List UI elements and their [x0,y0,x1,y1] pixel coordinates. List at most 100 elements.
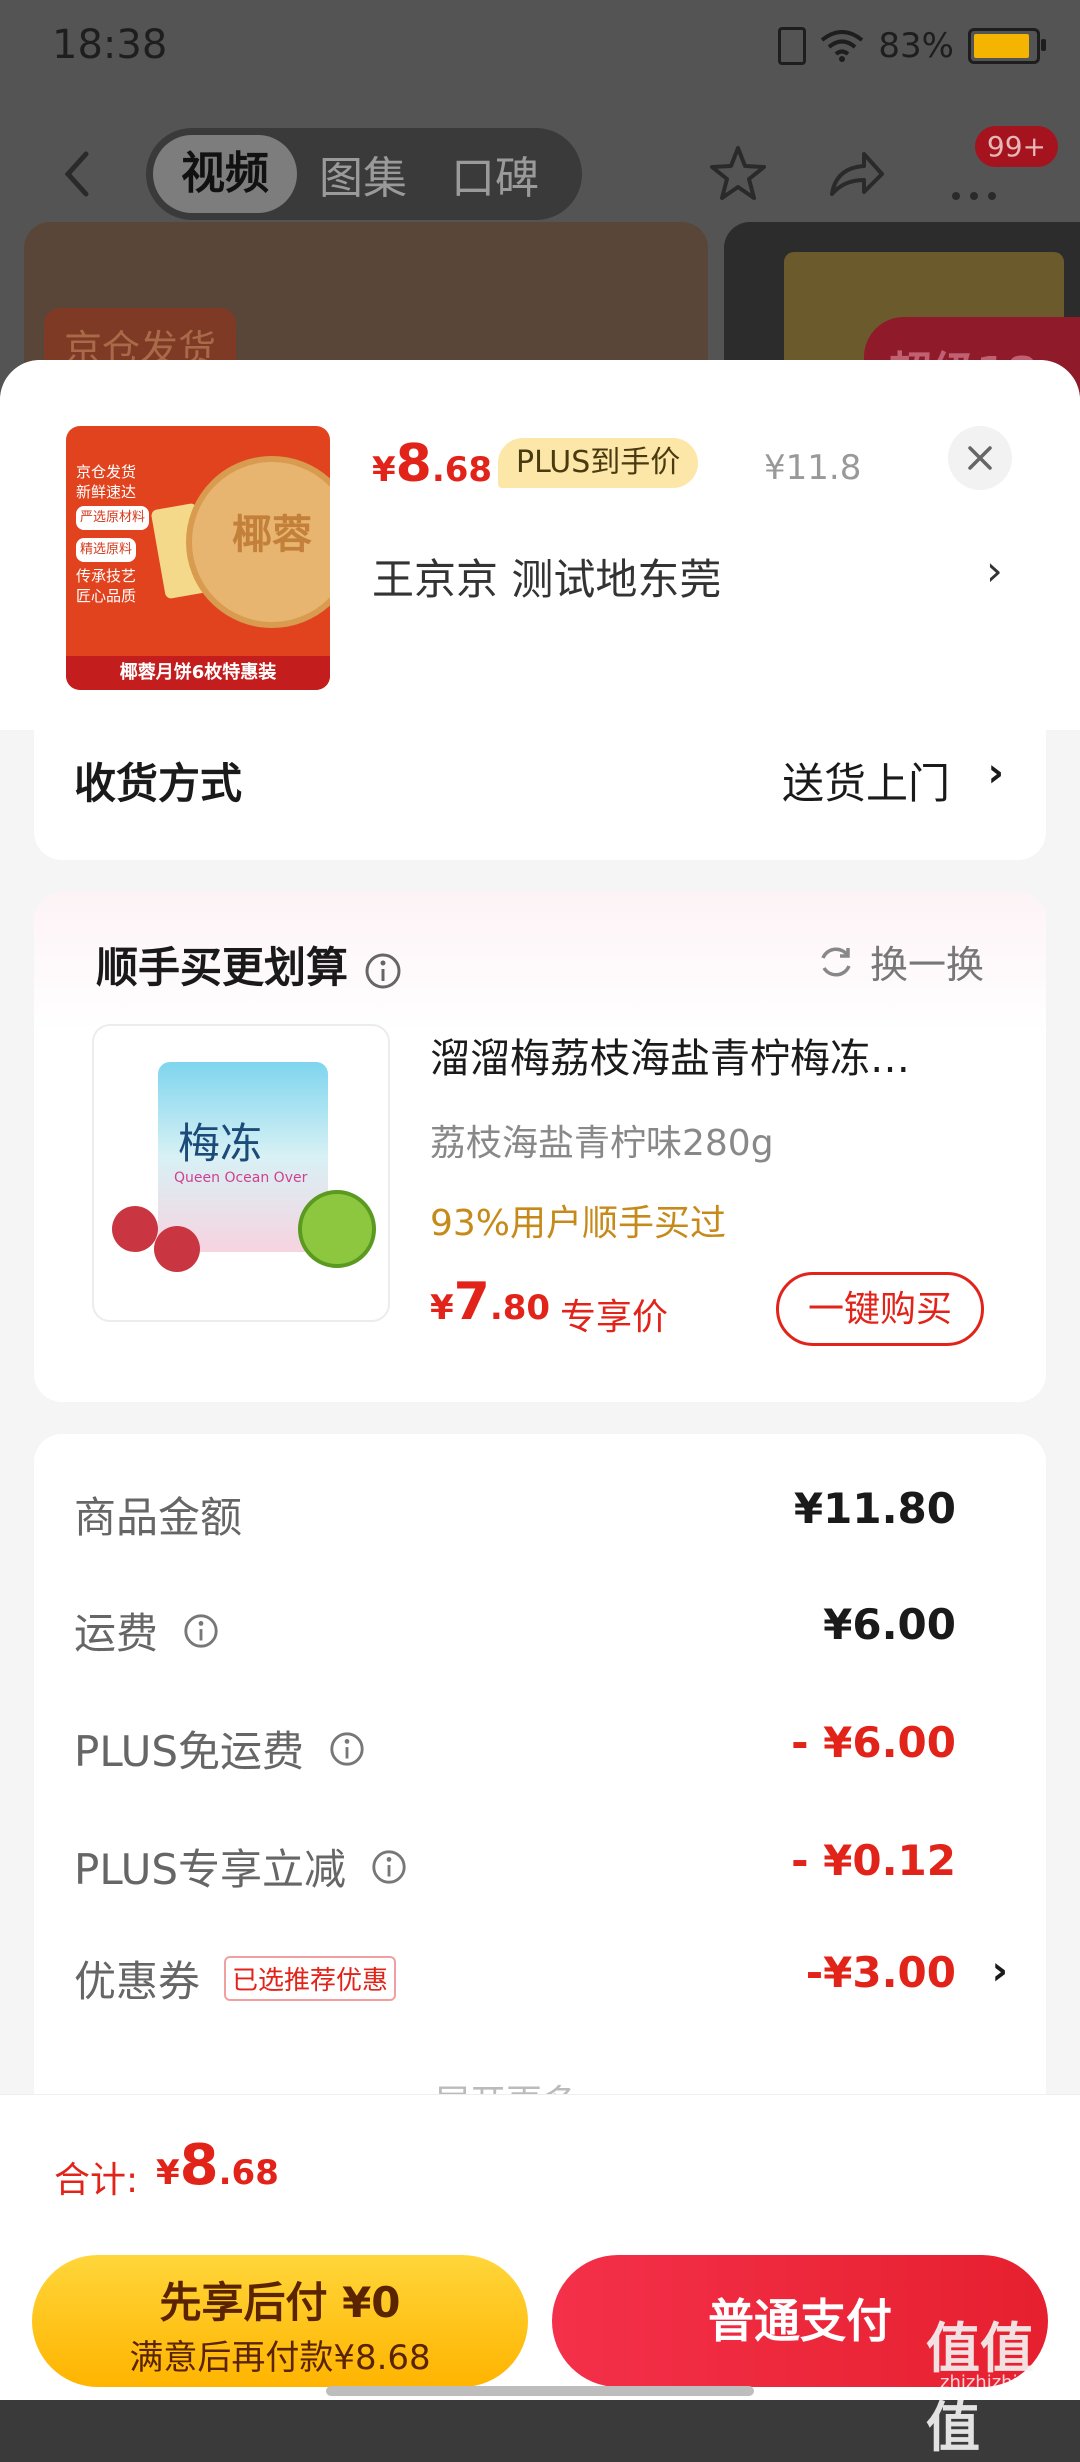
upsell-purchase-rate: 93%用户顺手买过 [430,1203,727,1244]
summary-label: PLUS专享立减 [74,1836,408,1897]
product-thumbnail: 京仓发货 新鲜速达 严选原材料 精选原料 传承技艺 匠心品质 椰蓉 椰蓉月饼6枚… [66,426,330,690]
swap-label: 换一换 [869,943,984,987]
checkout-bar: 合计: ¥8.68 先享后付 ¥0 满意后再付款¥8.68 普通支付 [0,2094,1080,2400]
lychee-image [154,1226,200,1272]
battery-percent: 83% [878,26,954,66]
thumb-text-6: 匠心品质 [76,587,137,605]
upsell-title: 顺手买更划算 [96,934,403,995]
summary-row-plus-free-shipping: PLUS免运费 - ¥6.00 [74,1718,956,1778]
status-time: 18:38 [52,22,168,68]
pay-later-title: 先享后付 ¥0 [159,2278,401,2327]
watermark-url: zhizhizhi.com [940,2372,1062,2393]
info-icon[interactable] [363,951,403,991]
thumb-text-1: 京仓发货 [76,463,137,481]
tab-reviews[interactable]: 口碑 [429,142,561,206]
info-icon[interactable] [370,1848,408,1886]
battery-fill [974,34,1029,58]
pay-later-button[interactable]: 先享后付 ¥0 满意后再付款¥8.68 [32,2255,528,2387]
total-price: ¥8.68 [156,2133,279,2198]
thumb-caption: 椰蓉月饼6枚特惠装 [66,656,330,690]
swap-button[interactable]: 换一换 [816,934,984,989]
star-icon[interactable] [706,142,770,206]
chevron-right-icon: › [987,750,1004,796]
lime-image [298,1190,376,1268]
upsell-product-spec: 荔枝海盐青柠味280g [430,1123,774,1164]
summary-value: ¥11.80 [793,1484,956,1533]
mooncake-image: 椰蓉 [186,456,330,628]
status-bar: 18:38 83% [0,0,1080,100]
total-currency: ¥ [156,2153,180,2193]
total-decimal: .68 [218,2153,279,2193]
upsell-card: 顺手买更划算 换一换 梅冻 Queen Ocean Over 溜溜梅荔枝海盐青柠 [34,892,1046,1402]
thumb-text-4: 精选原料 [76,538,137,562]
product-price: ¥8.68 [372,434,492,494]
original-price: ¥11.8 [764,448,862,488]
summary-label: 运费 [74,1600,220,1661]
summary-value: - ¥6.00 [791,1718,956,1767]
plus-price-tag: PLUS到手价 [498,438,699,488]
upsell-product-name[interactable]: 溜溜梅荔枝海盐青柠梅冻… [430,1026,1030,1084]
summary-row-shipping: 运费 ¥6.00 [74,1600,956,1660]
total-integer: 8 [179,2133,219,2198]
status-icons: 83% [778,26,1046,66]
upsell-price: ¥7.80 [430,1272,550,1332]
thumb-text-2: 新鲜速达 [76,483,137,501]
address-chevron-icon[interactable]: › [986,546,1003,595]
summary-row-goods: 商品金额 ¥11.80 [74,1484,956,1544]
upsell-price-decimal: .80 [489,1288,551,1328]
price-decimal: .68 [431,450,493,490]
price-integer: 8 [395,434,432,494]
upsell-price-integer: 7 [453,1272,490,1332]
pack-title: 梅冻 [178,1119,263,1168]
lychee-image [112,1206,158,1252]
tab-gallery[interactable]: 图集 [297,142,429,206]
back-icon[interactable] [50,144,110,204]
delivery-method-row[interactable]: 收货方式 送货上门 › [34,730,1046,860]
upsell-price-currency: ¥ [430,1288,454,1328]
sim-icon [778,27,807,65]
summary-label: PLUS免运费 [74,1718,366,1779]
summary-value: ¥6.00 [823,1600,956,1649]
media-tabs: 视频 图集 口碑 [146,128,582,220]
summary-value: - ¥0.12 [791,1836,956,1885]
product-header: 京仓发货 新鲜速达 严选原材料 精选原料 传承技艺 匠心品质 椰蓉 椰蓉月饼6枚… [0,360,1080,730]
background-page: 18:38 83% 视频 图集 口碑 99+ 京仓发货 [0,0,1080,422]
total-label: 合计: [54,2160,139,2201]
pay-later-subtitle: 满意后再付款¥8.68 [129,2338,431,2378]
delivery-address[interactable]: 王京京 测试地东莞 [372,546,721,607]
top-nav: 视频 图集 口碑 99+ [0,120,1080,230]
coupon-recommended-tag: 已选推荐优惠 [224,1956,397,2001]
info-icon[interactable] [328,1730,366,1768]
summary-row-coupon[interactable]: 优惠券 已选推荐优惠 -¥3.00 › [74,1948,1008,2009]
delivery-method-label: 收货方式 [74,759,243,808]
summary-label: 商品金额 [74,1484,242,1545]
upsell-product-image[interactable]: 梅冻 Queen Ocean Over [92,1024,390,1322]
one-click-buy-button[interactable]: 一键购买 [776,1272,984,1346]
summary-label-text: 商品金额 [74,1493,243,1542]
info-icon[interactable] [182,1612,220,1650]
upsell-price-tag: 专享价 [560,1297,669,1338]
summary-label-text: 运费 [74,1609,159,1658]
price-currency: ¥ [372,450,396,490]
home-indicator[interactable] [326,2386,754,2396]
close-button[interactable] [948,426,1012,490]
thumb-text-5: 传承技艺 [76,567,137,585]
order-sheet: 京仓发货 新鲜速达 严选原材料 精选原料 传承技艺 匠心品质 椰蓉 椰蓉月饼6枚… [0,360,1080,2400]
summary-row-plus-discount: PLUS专享立减 - ¥0.12 [74,1836,956,1896]
share-icon[interactable] [824,142,888,206]
summary-label-text: 优惠券 [74,1957,201,2006]
upsell-title-text: 顺手买更划算 [96,943,349,992]
delivery-method-value: 送货上门 [781,759,950,808]
summary-label-text: PLUS专享立减 [74,1845,347,1894]
notification-badge: 99+ [974,126,1058,167]
mooncake-stamp: 椰蓉 [232,512,312,558]
thumb-text-3: 严选原材料 [76,506,150,530]
pack-subtitle: Queen Ocean Over [174,1170,308,1186]
summary-label: 优惠券 已选推荐优惠 [74,1948,397,2009]
tab-video[interactable]: 视频 [153,135,297,213]
battery-icon [968,28,1046,64]
summary-label-text: PLUS免运费 [74,1727,305,1776]
refresh-icon [821,947,851,976]
wifi-icon [821,30,864,62]
summary-value: -¥3.00 [805,1948,956,1997]
